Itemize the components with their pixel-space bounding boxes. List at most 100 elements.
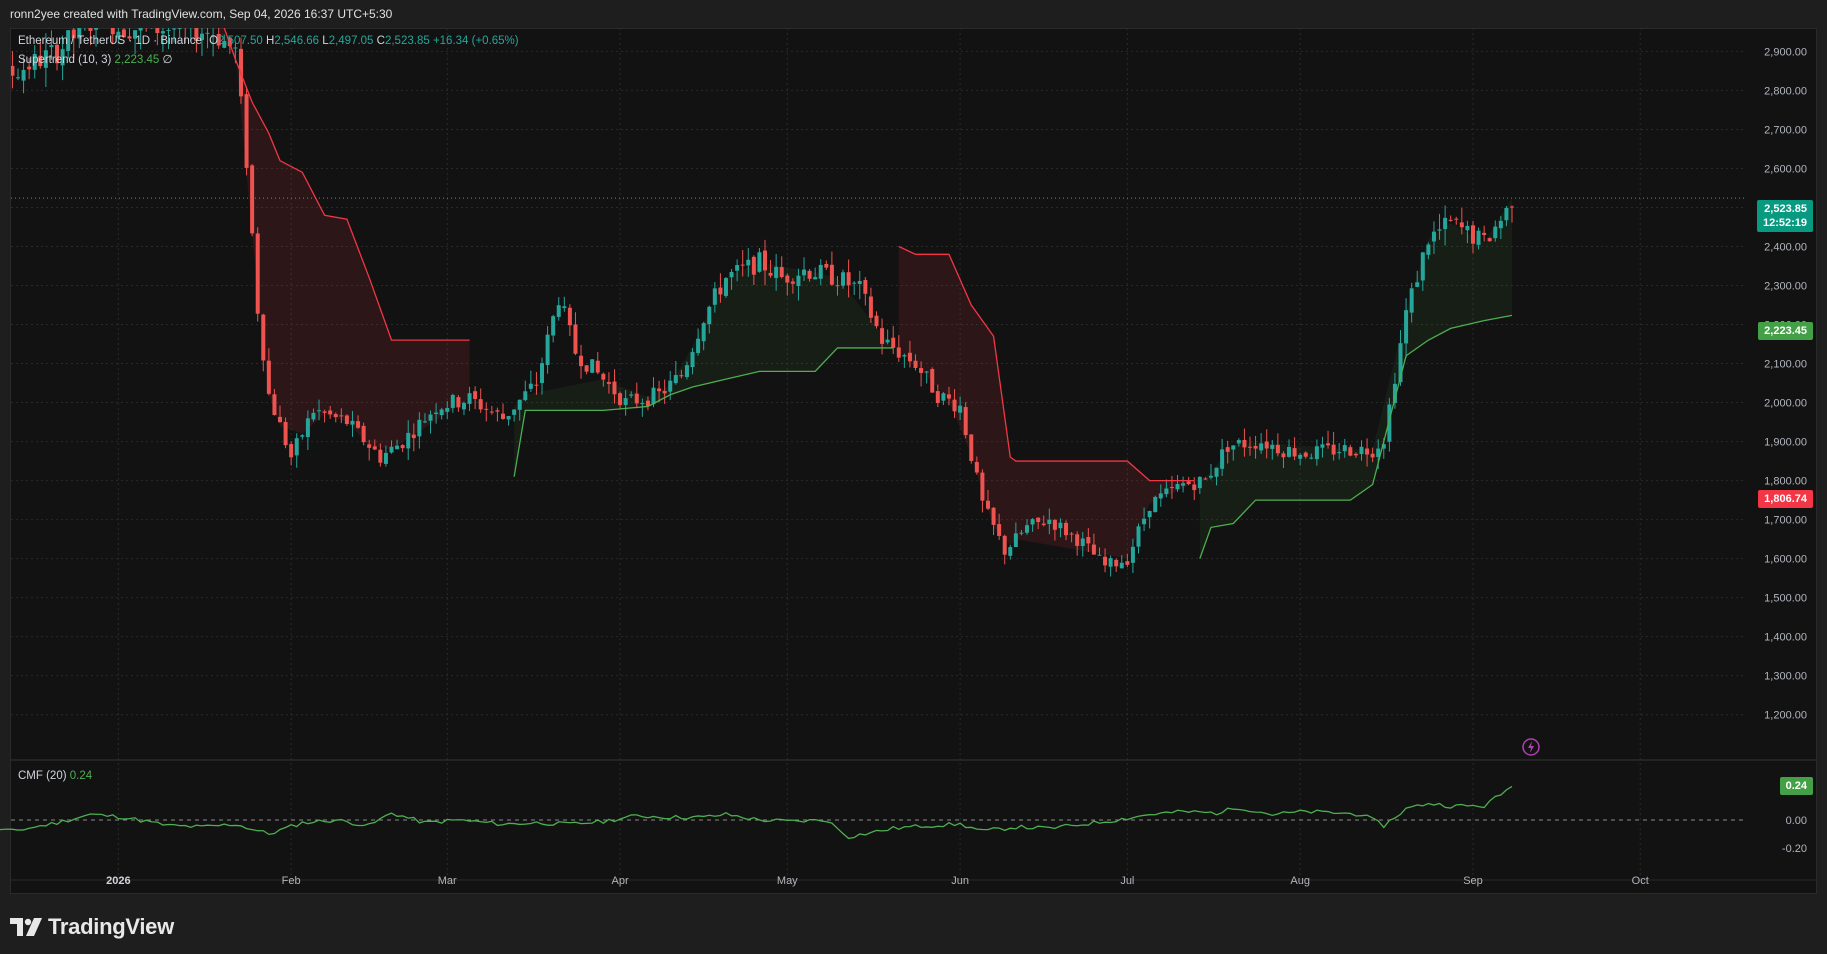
candle-body xyxy=(261,314,266,361)
candle-body xyxy=(1086,537,1091,544)
candle-body xyxy=(1348,447,1353,456)
candle-body xyxy=(1454,218,1459,220)
supertrend-legend[interactable]: Supertrend (10, 3) 2,223.45 ∅ xyxy=(18,52,173,66)
candle-body xyxy=(1197,476,1202,489)
y-tick-label: 1,200.00 xyxy=(1764,710,1807,722)
candle-body xyxy=(1091,544,1096,555)
candle-body xyxy=(651,387,656,405)
candle-body xyxy=(913,360,918,368)
ohlc-open: 2,507.50 xyxy=(218,35,263,47)
candle-body xyxy=(1103,556,1108,566)
candle-body xyxy=(233,47,238,49)
candle-body xyxy=(690,352,695,368)
candle-body xyxy=(891,337,896,348)
candle-body xyxy=(27,66,32,70)
candle-body xyxy=(802,269,807,276)
candle-body xyxy=(935,391,940,403)
candle-body xyxy=(150,18,154,27)
candle-body xyxy=(1504,207,1509,221)
candle-body xyxy=(495,410,500,412)
candle-body xyxy=(885,339,890,343)
candle-body xyxy=(757,252,762,272)
supertrend-fill-up xyxy=(514,262,894,477)
y-tick-label: 2,700.00 xyxy=(1764,124,1807,136)
candle-body xyxy=(1420,252,1425,281)
candle-body xyxy=(696,338,701,354)
candle-body xyxy=(1186,481,1191,485)
x-tick-label: Oct xyxy=(1632,875,1649,887)
candle-body xyxy=(250,165,255,234)
candle-body xyxy=(1075,534,1080,546)
symbol-legend[interactable]: Ethereum / TetherUS · 1D · Binance O2,50… xyxy=(18,35,519,47)
x-tick-label: May xyxy=(777,875,798,887)
candle-body xyxy=(595,360,600,373)
bar-countdown: 12:52:19 xyxy=(1762,217,1807,229)
candle-body xyxy=(356,421,361,428)
candle-body xyxy=(1331,444,1336,455)
candle-body xyxy=(919,368,924,373)
candle-body xyxy=(1125,561,1130,565)
candle-body xyxy=(1303,452,1308,457)
candle-body xyxy=(1482,232,1487,236)
candle-body xyxy=(422,421,427,423)
candle-body xyxy=(1052,520,1057,530)
ohlc-open-label: O xyxy=(209,35,219,47)
candle-body xyxy=(684,365,689,378)
candle-body xyxy=(372,446,377,450)
candle-body xyxy=(339,415,344,417)
candle-body xyxy=(272,394,277,416)
candle-body xyxy=(428,414,433,421)
candle-body xyxy=(980,472,985,501)
candle-body xyxy=(1426,244,1431,255)
candle-body xyxy=(160,31,165,34)
candle-body xyxy=(16,77,20,79)
y-tick-label: 1,300.00 xyxy=(1764,671,1807,683)
candle-body xyxy=(1158,493,1163,499)
candle-body xyxy=(946,394,951,399)
candle-body xyxy=(952,399,957,412)
candle-body xyxy=(606,382,611,384)
candle-body xyxy=(189,18,193,24)
price-chart[interactable]: 2,900.002,800.002,700.002,600.002,500.00… xyxy=(0,0,1827,954)
candle-body xyxy=(729,272,734,278)
candle-body xyxy=(411,434,416,439)
candle-body xyxy=(930,369,935,393)
candle-body xyxy=(1153,496,1158,513)
cmf-legend[interactable]: CMF (20) 0.24 xyxy=(18,770,92,782)
candle-body xyxy=(1019,532,1024,534)
candle-body xyxy=(1192,484,1197,491)
cmf-y-tick-label: -0.20 xyxy=(1782,843,1807,855)
candle-body xyxy=(489,411,494,413)
candle-body xyxy=(1080,538,1085,547)
x-tick-label: Mar xyxy=(438,875,457,887)
candle-body xyxy=(266,360,271,394)
candle-body xyxy=(367,444,372,448)
candle-body xyxy=(584,365,589,372)
candle-body xyxy=(657,388,662,392)
candle-body xyxy=(333,414,338,418)
candle-body xyxy=(813,277,818,280)
candle-body xyxy=(779,267,784,277)
candle-body xyxy=(311,412,316,420)
candle-body xyxy=(634,393,639,404)
candle-body xyxy=(517,399,522,410)
candle-body xyxy=(289,444,294,458)
candle-body xyxy=(1359,446,1364,455)
ohlc-high: 2,546.66 xyxy=(274,35,320,47)
candle-body xyxy=(244,94,249,168)
candle-body xyxy=(1326,443,1331,446)
y-tick-label: 1,800.00 xyxy=(1764,476,1807,488)
candle-body xyxy=(506,415,511,420)
candle-body xyxy=(1119,562,1124,569)
cmf-label: CMF (20) xyxy=(18,770,67,782)
candles-layer xyxy=(11,18,1514,577)
cmf-tag: 0.24 xyxy=(1779,777,1813,795)
candle-body xyxy=(718,287,723,295)
candle-body xyxy=(1465,225,1470,231)
candle-body xyxy=(88,28,93,31)
candle-body xyxy=(774,266,779,278)
candle-body xyxy=(1231,445,1236,450)
candle-body xyxy=(985,500,990,509)
candle-body xyxy=(328,410,333,415)
candle-body xyxy=(461,402,466,410)
